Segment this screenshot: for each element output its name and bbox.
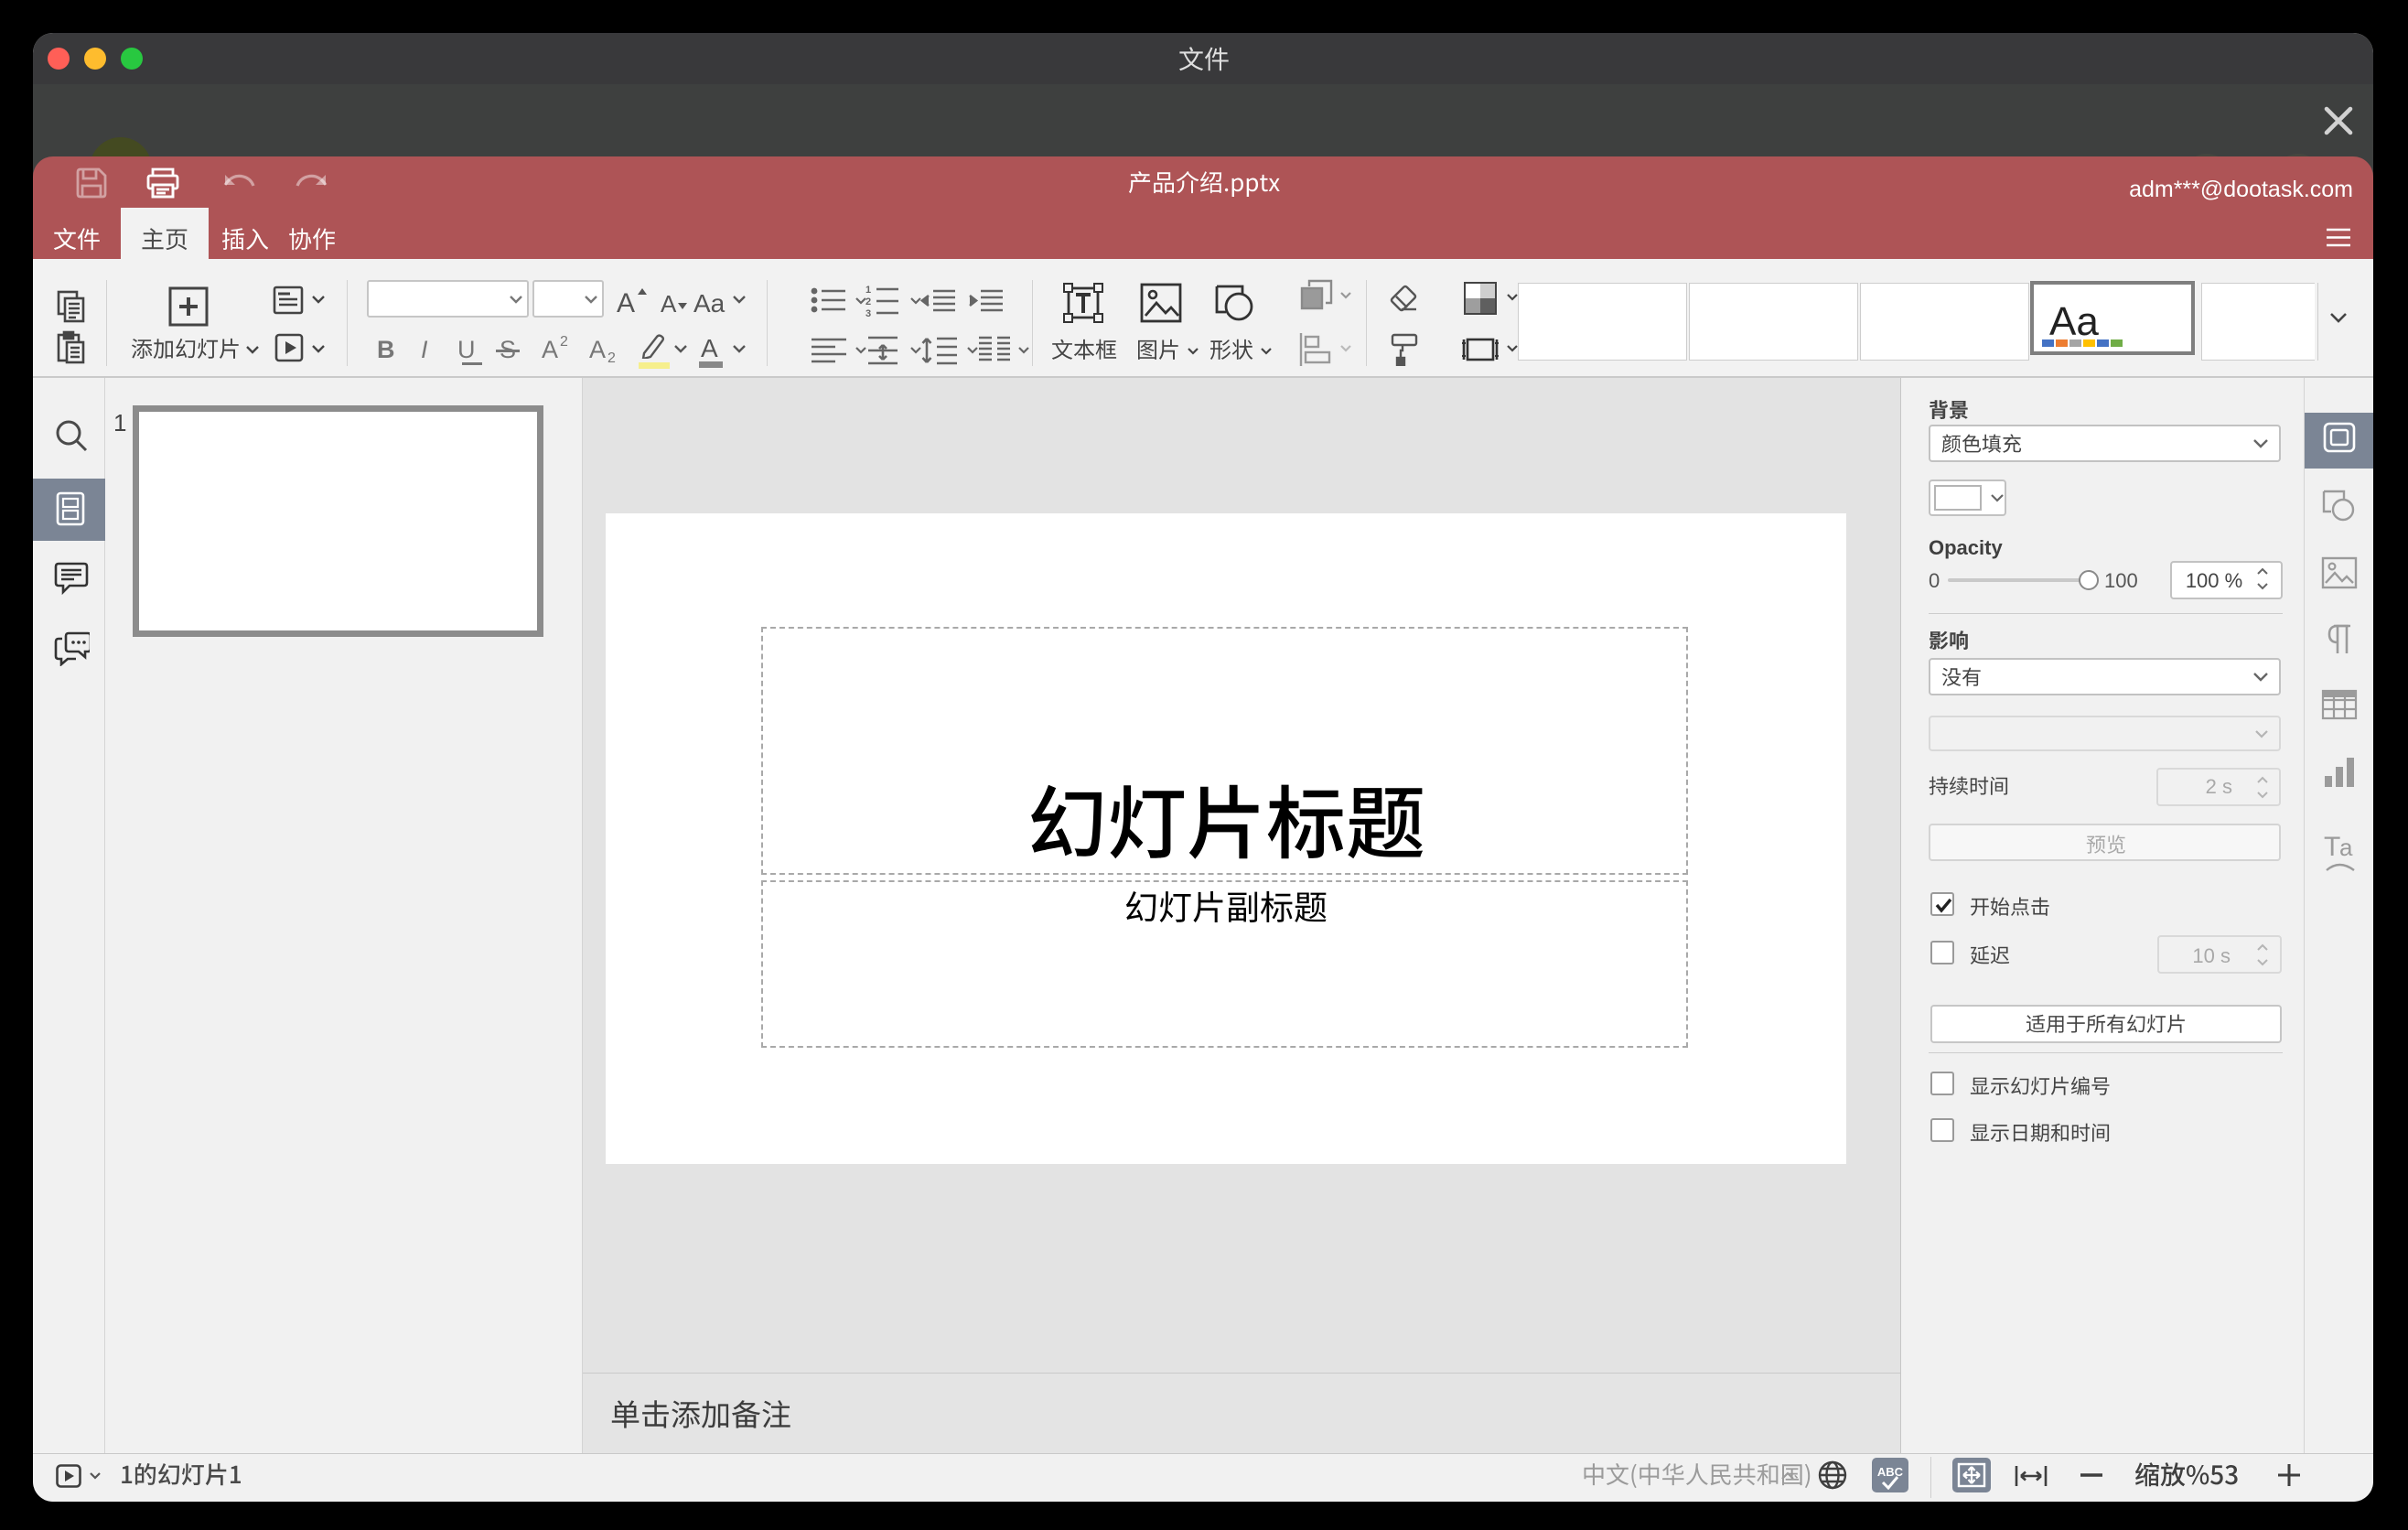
svg-text:B: B: [377, 336, 395, 363]
svg-text:2: 2: [607, 350, 616, 366]
svg-text:A: A: [617, 288, 635, 318]
svg-text:a: a: [2339, 834, 2353, 861]
svg-text:U: U: [457, 336, 476, 363]
svg-text:1: 1: [113, 409, 126, 436]
svg-text:adm***@dootask.com: adm***@dootask.com: [2129, 177, 2353, 202]
svg-text:Aa: Aa: [693, 289, 726, 318]
svg-text:Aa: Aa: [2049, 299, 2099, 344]
svg-text:1: 1: [865, 285, 871, 296]
svg-text:A: A: [542, 336, 558, 363]
svg-text:A: A: [701, 334, 718, 362]
svg-text:2: 2: [865, 296, 871, 307]
svg-text:10 s: 10 s: [2192, 944, 2231, 967]
svg-text:A: A: [661, 290, 677, 318]
svg-text:2 s: 2 s: [2206, 775, 2232, 798]
svg-text:Opacity: Opacity: [1929, 536, 2003, 559]
svg-text:3: 3: [865, 308, 871, 318]
svg-text:0: 0: [1929, 569, 1940, 592]
svg-text:100 %: 100 %: [2186, 569, 2242, 592]
svg-text:A: A: [589, 336, 606, 363]
svg-text:I: I: [421, 336, 428, 363]
svg-text:100: 100: [2104, 569, 2138, 592]
svg-text:T: T: [2324, 832, 2340, 862]
svg-text:2: 2: [560, 334, 568, 350]
